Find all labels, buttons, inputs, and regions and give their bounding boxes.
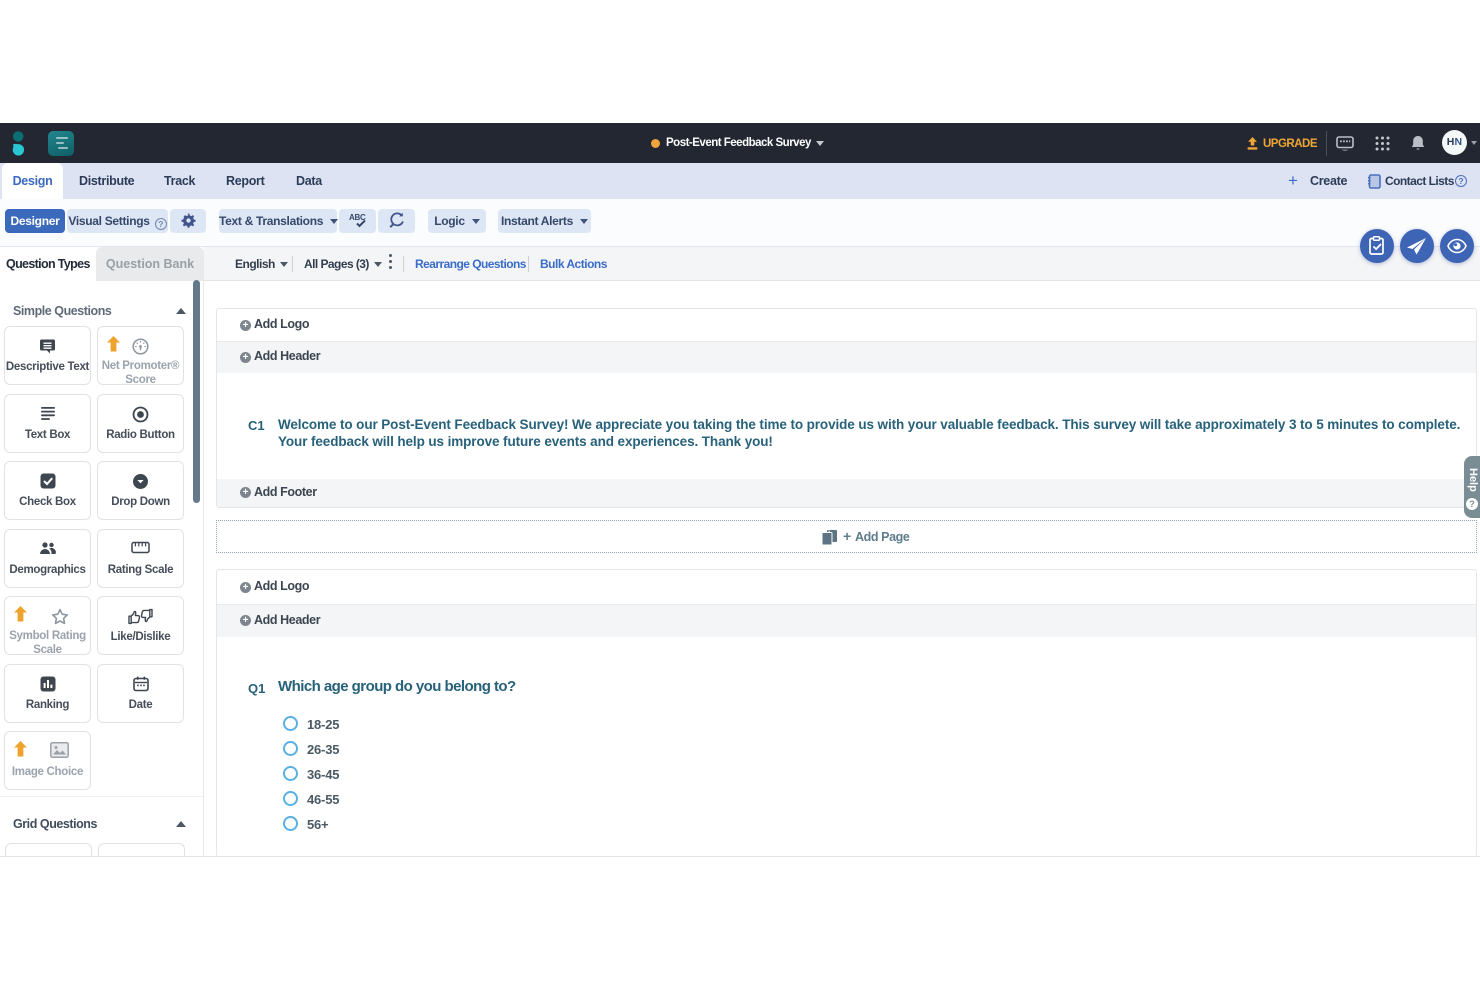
svg-text:ABC: ABC: [349, 213, 366, 222]
